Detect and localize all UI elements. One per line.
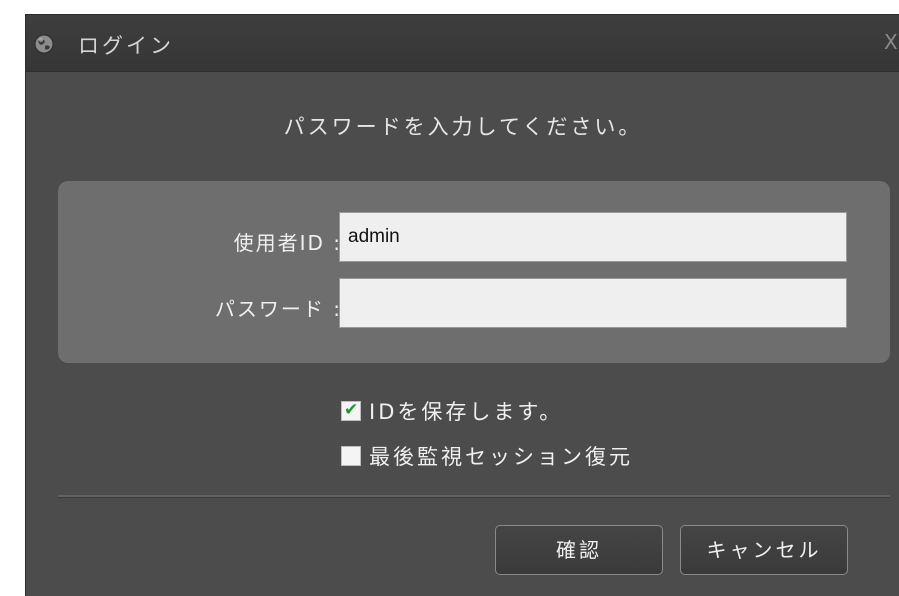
- window-title: ログイン: [78, 34, 174, 58]
- close-button[interactable]: X: [884, 31, 899, 53]
- checkmark-icon: ✔: [344, 400, 359, 420]
- user-id-label: 使用者ID :: [233, 231, 342, 255]
- password-label: パスワード :: [214, 297, 342, 321]
- restore-session-checkbox[interactable]: [341, 446, 361, 466]
- login-dialog: ログイン X パスワードを入力してください。 使用者ID : パスワード : ✔…: [25, 14, 899, 596]
- save-id-checkbox[interactable]: ✔: [341, 400, 361, 421]
- credentials-panel: 使用者ID : パスワード :: [58, 181, 890, 363]
- password-prompt: パスワードを入力してください。: [283, 115, 643, 139]
- cancel-button[interactable]: キャンセル: [680, 525, 848, 575]
- user-id-input[interactable]: [339, 212, 847, 262]
- confirm-button[interactable]: 確認: [495, 525, 663, 575]
- globe-icon: [34, 34, 54, 54]
- title-bar[interactable]: ログイン X: [26, 15, 899, 72]
- restore-session-label: 最後監視セッション復元: [369, 445, 633, 469]
- save-id-option[interactable]: ✔ IDを保存します。: [341, 398, 563, 424]
- save-id-label: IDを保存します。: [369, 400, 564, 424]
- password-input[interactable]: [339, 278, 847, 328]
- divider: [58, 495, 890, 498]
- restore-session-option[interactable]: 最後監視セッション復元: [341, 443, 633, 469]
